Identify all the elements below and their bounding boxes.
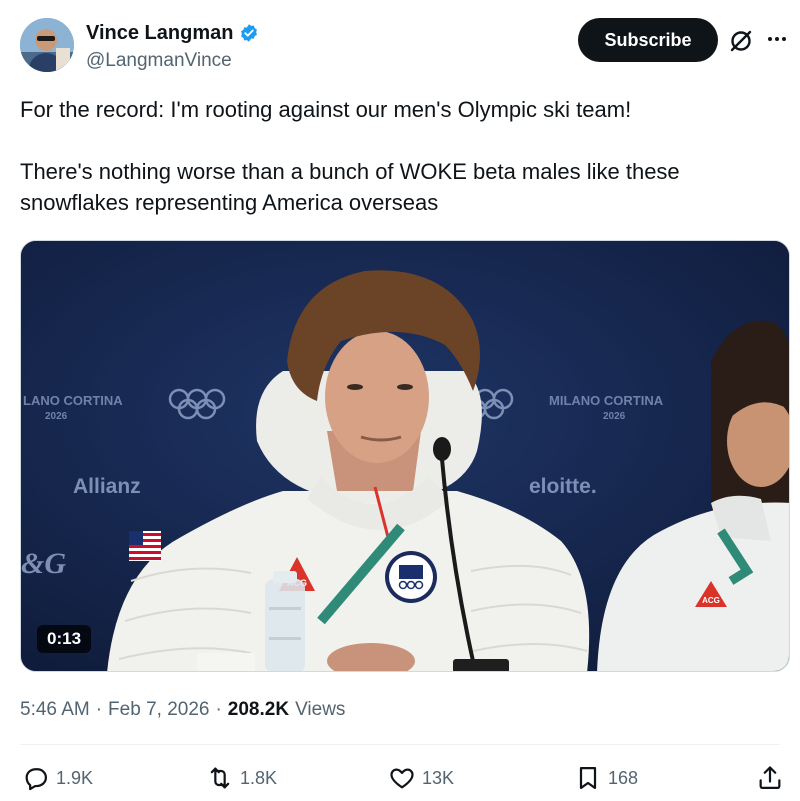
meta-separator: ·	[95, 699, 103, 720]
water-bottle	[265, 571, 305, 671]
tweet-header: Vince Langman @LangmanVince Subscribe	[20, 18, 790, 76]
display-name[interactable]: Vince Langman	[86, 20, 233, 46]
reply-count: 1.9K	[56, 767, 94, 788]
tweet-line-2: There's nothing worse than a bunch of WO…	[20, 159, 680, 215]
video-player[interactable]: LANO CORTINA 2026 MILANO CORTINA 2026 Al…	[20, 240, 790, 672]
sponsor-allianz: Allianz	[73, 475, 141, 498]
slashed-circle-icon[interactable]	[728, 28, 754, 54]
avatar[interactable]	[20, 18, 74, 72]
svg-text:ACG: ACG	[702, 596, 720, 605]
action-bar: 1.9K 1.8K 13K 168	[20, 764, 790, 798]
author-names: Vince Langman @LangmanVince	[86, 20, 259, 74]
divider	[20, 744, 780, 745]
like-count: 13K	[422, 767, 455, 788]
bookmark-button[interactable]: 168	[574, 764, 638, 792]
heart-icon	[390, 768, 414, 789]
reply-icon	[25, 768, 48, 791]
reply-button[interactable]: 1.9K	[22, 764, 93, 792]
video-frame: LANO CORTINA 2026 MILANO CORTINA 2026 Al…	[21, 241, 789, 671]
video-duration: 0:13	[37, 625, 92, 653]
share-button[interactable]	[756, 764, 784, 792]
subscribe-button[interactable]: Subscribe	[578, 18, 718, 62]
views-count: 208.2K	[227, 699, 290, 720]
backdrop-text-right: MILANO CORTINA	[549, 393, 664, 408]
repost-icon	[210, 767, 230, 789]
more-dots-icon[interactable]	[764, 26, 790, 52]
like-button[interactable]: 13K	[388, 764, 454, 792]
tweet-date[interactable]: Feb 7, 2026	[108, 697, 209, 723]
display-name-row: Vince Langman	[86, 20, 259, 46]
tweet-time[interactable]: 5:46 AM	[20, 697, 90, 723]
tweet-line-1: For the record: I'm rooting against our …	[20, 97, 632, 122]
meta-separator: ·	[215, 699, 222, 720]
olympic-team-badge	[385, 551, 437, 603]
backdrop-text-left: LANO CORTINA	[23, 393, 123, 408]
backdrop-year-right: 2026	[603, 411, 626, 422]
repost-count: 1.8K	[240, 767, 278, 788]
tweet-text: For the record: I'm rooting against our …	[20, 94, 780, 218]
bookmark-count: 168	[608, 767, 639, 788]
author-handle[interactable]: @LangmanVince	[86, 48, 259, 74]
views-label: Views	[295, 699, 346, 720]
bookmark-icon	[579, 766, 597, 790]
backdrop-year-left: 2026	[45, 411, 68, 422]
verified-badge-icon[interactable]	[239, 23, 259, 43]
repost-button[interactable]: 1.8K	[206, 764, 277, 792]
us-flag-patch	[129, 531, 161, 561]
avatar-photo	[20, 18, 74, 72]
tweet-meta: 5:46 AM · Feb 7, 2026 · 208.2K Views	[20, 697, 345, 723]
cup	[197, 653, 255, 671]
sponsor-deloitte: eloitte.	[529, 475, 597, 498]
share-icon	[759, 766, 781, 790]
sponsor-pg: &G	[21, 547, 66, 580]
